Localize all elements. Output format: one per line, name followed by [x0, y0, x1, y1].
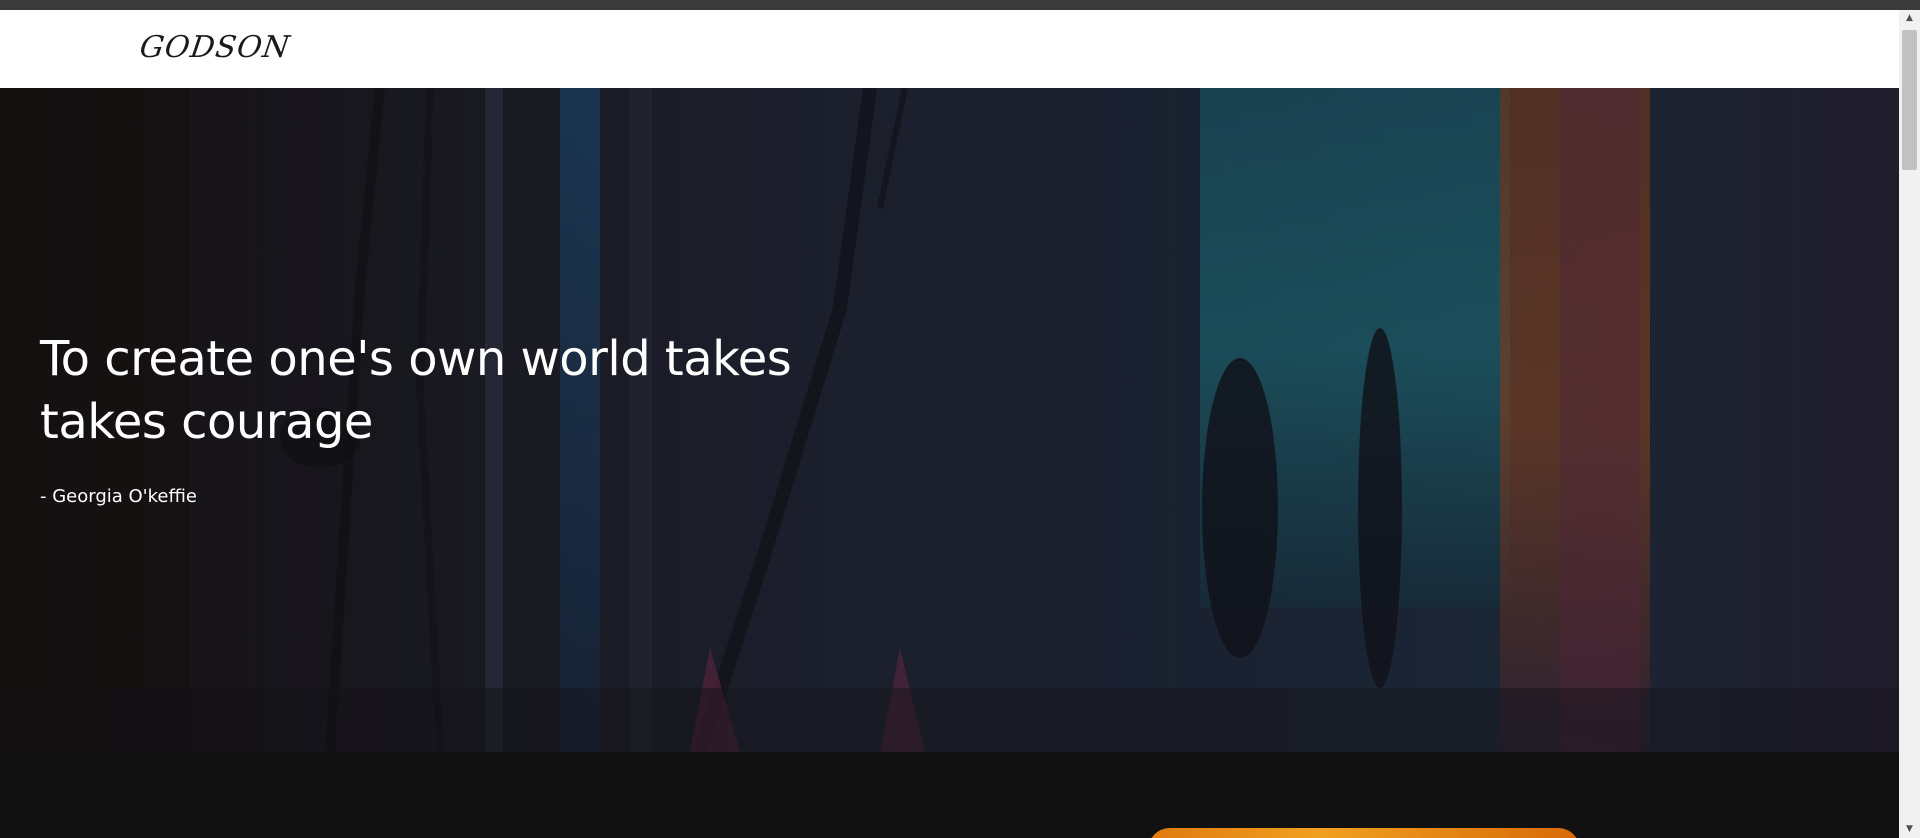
page: GODSON To create one's own world takes t…: [0, 0, 1920, 838]
scroll-down-arrow-icon[interactable]: ▼: [1899, 821, 1920, 838]
hero-quote: To create one's own world takes takes co…: [40, 331, 792, 450]
browser-top-strip: [0, 0, 1920, 10]
scroll-up-arrow-icon[interactable]: ▲: [1899, 10, 1920, 27]
site-logo[interactable]: GODSON: [138, 30, 293, 65]
navbar: GODSON: [0, 10, 1899, 88]
hero-section: To create one's own world takes takes co…: [0, 88, 1899, 752]
lower-section: [0, 752, 1899, 838]
vertical-scrollbar[interactable]: ▲ ▼: [1899, 10, 1920, 838]
hero-quote-author: - Georgia O'keffie: [40, 486, 197, 507]
scrollbar-thumb[interactable]: [1902, 30, 1917, 170]
featured-artwork-image: [1148, 828, 1580, 838]
